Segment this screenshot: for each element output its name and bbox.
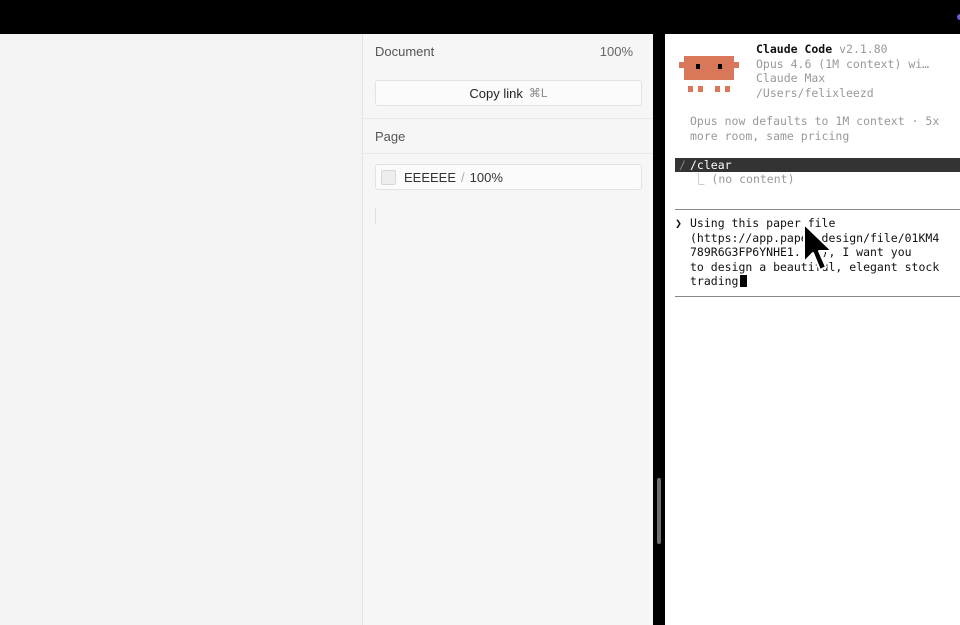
design-canvas[interactable] [0, 34, 362, 625]
copy-link-button[interactable]: Copy link ⌘L [375, 80, 642, 106]
document-label: Document [375, 43, 435, 59]
fill-hex[interactable]: EEEEEE [404, 170, 456, 185]
notice-line-2: more room, same pricing [690, 128, 850, 143]
scrollbar-thumb[interactable] [657, 478, 661, 544]
model-line: Opus 4.6 (1M context) wi… [756, 56, 930, 71]
app-name: Claude Code [756, 42, 833, 56]
text-caret [375, 208, 376, 224]
copy-link-shortcut: ⌘L [528, 86, 548, 100]
fill-swatch[interactable] [381, 169, 396, 185]
document-zoom[interactable]: 100% [600, 44, 633, 59]
path-line: /Users/felixleezd [756, 85, 874, 100]
terminal-pane[interactable]: Claude Code v2.1.80 Opus 4.6 (1M context… [665, 34, 960, 625]
document-row: Document 100% [363, 34, 654, 68]
page-section-title: Page [375, 128, 406, 144]
text-cursor [740, 275, 748, 287]
prompt-chevron-icon: ❯ [675, 216, 682, 230]
prompt-top-rule [675, 209, 960, 210]
top-bar [0, 0, 960, 34]
fill-opacity[interactable]: 100% [470, 170, 503, 185]
prompt-bottom-rule [675, 296, 960, 297]
copy-link-label: Copy link [469, 85, 523, 101]
page-fill-field[interactable]: EEEEEE / 100% [375, 164, 642, 190]
last-command-text: /clear [690, 158, 732, 172]
plan-line: Claude Max [756, 71, 826, 85]
notice-text: Opus now defaults to 1M context · 5x mor… [690, 114, 939, 143]
app-version: v2.1.80 [839, 42, 888, 56]
notice-line-1: Opus now defaults to 1M context · 5x [690, 114, 940, 128]
claude-mascot-icon [679, 56, 739, 92]
last-command: //clear [675, 158, 960, 172]
arrow-pointer-icon [803, 223, 833, 271]
last-command-result: ⎿ (no content) [693, 172, 795, 186]
session-info: Claude Code v2.1.80 Opus 4.6 (1M context… [756, 42, 929, 100]
properties-panel: Document 100% Copy link ⌘L Page EEEEEE /… [362, 34, 654, 625]
